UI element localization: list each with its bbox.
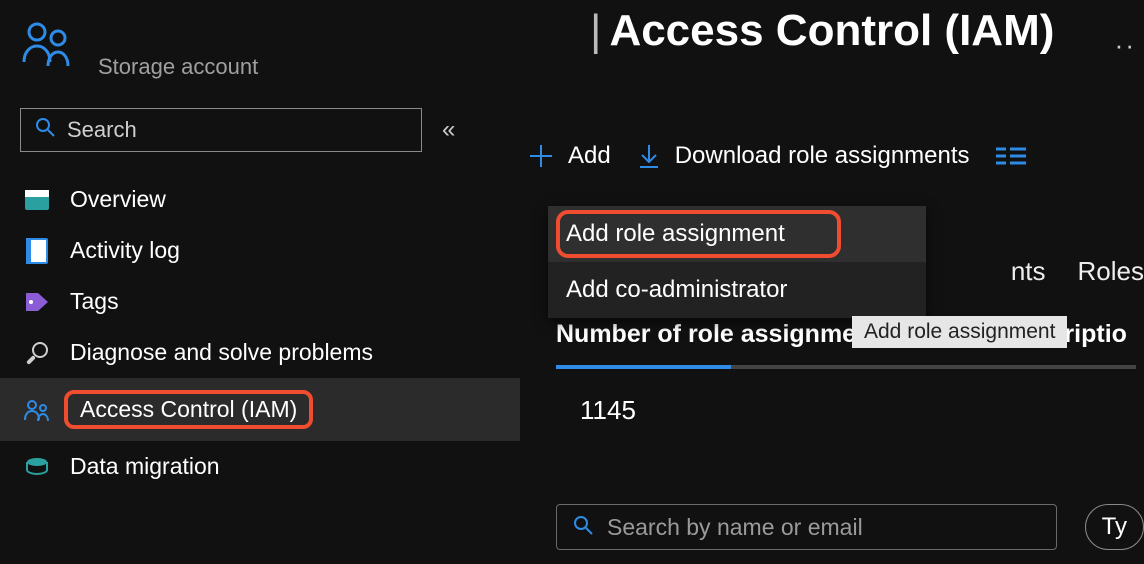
- title-divider: |: [590, 6, 601, 56]
- sidebar-item-label: Tags: [70, 288, 119, 315]
- download-icon: [637, 143, 661, 169]
- download-role-assignments-button[interactable]: Download role assignments: [637, 142, 970, 170]
- filter-search[interactable]: [556, 504, 1057, 550]
- access-control-icon: [20, 398, 54, 422]
- page-title: Access Control (IAM): [609, 6, 1054, 56]
- type-filter-label: Ty: [1102, 513, 1127, 540]
- tooltip: Add role assignment: [852, 316, 1067, 348]
- sidebar-item-access-control[interactable]: Access Control (IAM): [0, 378, 520, 441]
- sidebar-search-input[interactable]: [67, 117, 407, 143]
- sidebar-item-label: Diagnose and solve problems: [70, 339, 373, 366]
- sidebar-item-label: Data migration: [70, 453, 220, 480]
- resource-type-label: Storage account: [98, 54, 258, 80]
- sidebar-item-label: Activity log: [70, 237, 180, 264]
- sidebar-item-label: Access Control (IAM): [80, 396, 297, 422]
- people-icon: [20, 20, 78, 68]
- filter-search-input[interactable]: [607, 514, 1040, 541]
- plus-icon: [528, 143, 554, 169]
- sidebar-item-data-migration[interactable]: Data migration: [20, 441, 520, 492]
- add-co-administrator-item[interactable]: Add co-administrator Add role assignment: [548, 262, 926, 318]
- tags-icon: [20, 291, 54, 313]
- assignments-count: 1145: [580, 395, 1144, 426]
- sidebar-item-activity-log[interactable]: Activity log: [20, 225, 520, 276]
- activity-log-icon: [20, 238, 54, 264]
- dd-item-label: Add co-administrator: [566, 276, 787, 303]
- sidebar-item-diagnose[interactable]: Diagnose and solve problems: [20, 327, 520, 378]
- download-label: Download role assignments: [675, 142, 970, 170]
- add-dropdown: Add role assignment Add co-administrator…: [548, 206, 926, 318]
- search-icon: [573, 515, 593, 540]
- add-label: Add: [568, 142, 611, 170]
- list-view-icon[interactable]: [996, 145, 1026, 167]
- dd-item-label: Add role assignment: [566, 220, 785, 247]
- tab-assignments-partial[interactable]: nts: [1011, 256, 1046, 287]
- collapse-sidebar-icon[interactable]: «: [442, 116, 455, 144]
- more-icon[interactable]: ··: [1115, 30, 1136, 61]
- tab-roles[interactable]: Roles: [1078, 256, 1144, 287]
- add-role-assignment-item[interactable]: Add role assignment: [548, 206, 926, 262]
- add-button[interactable]: Add: [528, 142, 611, 170]
- overview-icon: [20, 190, 54, 210]
- diagnose-icon: [20, 340, 54, 366]
- sidebar-item-overview[interactable]: Overview: [20, 174, 520, 225]
- data-migration-icon: [20, 456, 54, 478]
- sidebar-item-tags[interactable]: Tags: [20, 276, 520, 327]
- search-icon: [35, 117, 55, 143]
- sidebar-item-label: Overview: [70, 186, 166, 213]
- assignments-progress-fill: [556, 365, 731, 369]
- assignments-progress: [556, 365, 1136, 369]
- highlight-access-control: Access Control (IAM): [64, 390, 313, 429]
- sidebar-search[interactable]: [20, 108, 422, 152]
- type-filter-pill[interactable]: Ty: [1085, 504, 1144, 550]
